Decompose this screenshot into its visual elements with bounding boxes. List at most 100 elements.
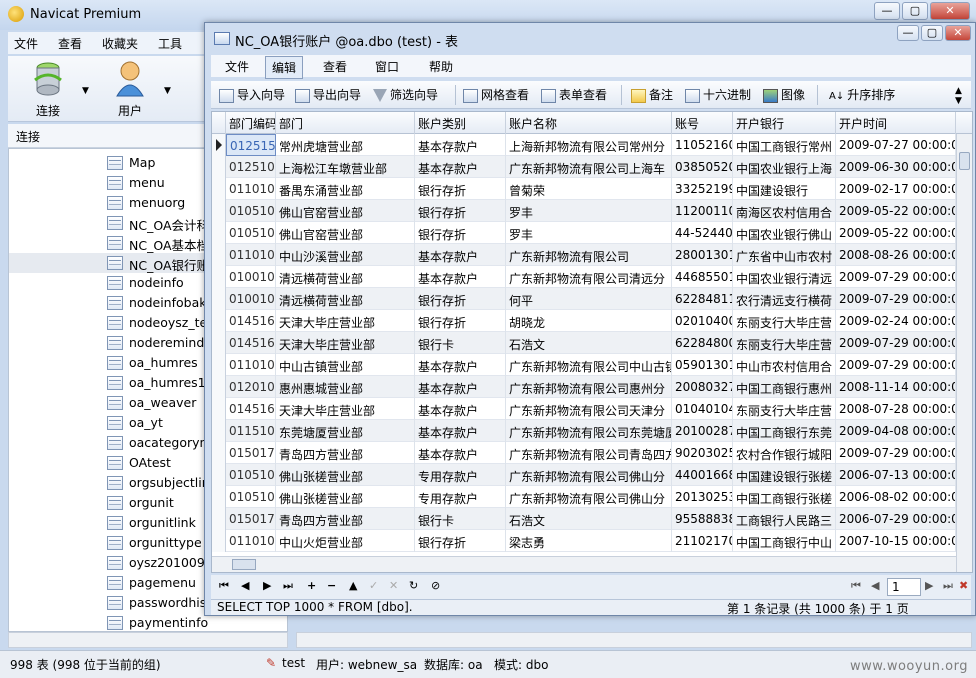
table-cell[interactable]: 2008-08-26 00:00:00 bbox=[836, 244, 956, 266]
table-cell[interactable]: 基本存款户 bbox=[415, 266, 506, 288]
row-indicator[interactable] bbox=[212, 398, 226, 420]
table-cell[interactable]: 01040104 bbox=[672, 398, 733, 420]
row-indicator[interactable] bbox=[212, 486, 226, 508]
table-cell[interactable]: 专用存款户 bbox=[415, 486, 506, 508]
stop-icon[interactable]: ⊘ bbox=[431, 579, 440, 592]
settings-icon[interactable]: ✖ bbox=[959, 579, 968, 592]
table-cell[interactable]: 014516 bbox=[226, 310, 276, 332]
table-cell[interactable]: 天津大毕庄营业部 bbox=[276, 332, 415, 354]
table-row[interactable]: 010010 清远横荷营业部 银行存折 何平 62284811 农行清远支行横荷 2009-… bbox=[212, 288, 972, 310]
content-horizontal-scrollbar[interactable] bbox=[296, 632, 972, 648]
table-cell[interactable]: 东丽支行大毕庄营 bbox=[733, 398, 836, 420]
table-cell[interactable]: 33252199 bbox=[672, 178, 733, 200]
table-cell[interactable]: 广东新邦物流有限公司惠州分 bbox=[506, 376, 672, 398]
table-cell[interactable]: 中国工商银行东莞 bbox=[733, 420, 836, 442]
row-indicator[interactable] bbox=[212, 530, 226, 552]
table-cell[interactable]: 05901301 bbox=[672, 354, 733, 376]
column-header[interactable]: 开户时间 bbox=[836, 112, 956, 134]
table-cell[interactable]: 罗丰 bbox=[506, 200, 672, 222]
row-indicator[interactable] bbox=[212, 442, 226, 464]
table-cell[interactable]: 中国工商银行常州 bbox=[733, 134, 836, 156]
table-cell[interactable]: 011010 bbox=[226, 244, 276, 266]
table-cell[interactable]: 基本存款户 bbox=[415, 156, 506, 178]
table-row[interactable]: 010510 佛山官窑营业部 银行存折 罗丰 44-52440 中国农业银行佛山 2009-… bbox=[212, 222, 972, 244]
row-indicator[interactable] bbox=[212, 310, 226, 332]
table-cell[interactable]: 2006-08-02 00:00:00 bbox=[836, 486, 956, 508]
table-row[interactable]: 011510 东莞塘厦营业部 基本存款户 广东新邦物流有限公司东莞塘厦 20100287… bbox=[212, 420, 972, 442]
table-cell[interactable]: 银行存折 bbox=[415, 222, 506, 244]
next-page-icon[interactable]: ▶ bbox=[925, 579, 933, 592]
row-indicator[interactable] bbox=[212, 134, 226, 156]
column-header[interactable]: 账号 bbox=[672, 112, 733, 134]
table-cell[interactable]: 011010 bbox=[226, 530, 276, 552]
table-cell[interactable]: 何平 bbox=[506, 288, 672, 310]
table-cell[interactable]: 基本存款户 bbox=[415, 354, 506, 376]
table-row[interactable]: 014516 天津大毕庄营业部 银行卡 石浩文 62284800 东丽支行大毕庄营 2009… bbox=[212, 332, 972, 354]
table-cell[interactable]: 2009-02-17 00:00:00 bbox=[836, 178, 956, 200]
table-cell[interactable]: 20100287 bbox=[672, 420, 733, 442]
close-button[interactable]: ✕ bbox=[930, 2, 970, 20]
menu-view[interactable]: 查看 bbox=[52, 32, 88, 55]
table-cell[interactable]: 010510 bbox=[226, 222, 276, 244]
table-cell[interactable]: 2009-07-29 00:00:00 bbox=[836, 442, 956, 464]
menu-favorites[interactable]: 收藏夹 bbox=[96, 32, 144, 55]
table-cell[interactable]: 中山古镇营业部 bbox=[276, 354, 415, 376]
table-cell[interactable]: 基本存款户 bbox=[415, 398, 506, 420]
minimize-button[interactable]: — bbox=[874, 2, 900, 20]
table-cell[interactable]: 东丽支行大毕庄营 bbox=[733, 332, 836, 354]
grid-vertical-scrollbar[interactable] bbox=[956, 134, 972, 572]
table-cell[interactable]: 农村合作银行城阳 bbox=[733, 442, 836, 464]
column-header[interactable]: 开户银行 bbox=[733, 112, 836, 134]
table-row[interactable]: 010510 佛山张槎营业部 专用存款户 广东新邦物流有限公司佛山分 20130253 中… bbox=[212, 486, 972, 508]
table-cell[interactable]: 2009-07-29 00:00:00 bbox=[836, 332, 956, 354]
last-record-icon[interactable]: ⏭ bbox=[283, 579, 293, 593]
table-cell[interactable]: 010510 bbox=[226, 486, 276, 508]
connect-dropdown-icon[interactable]: ▼ bbox=[82, 86, 89, 96]
table-cell[interactable]: 2008-11-14 00:00:00 bbox=[836, 376, 956, 398]
table-cell[interactable]: 佛山官窑营业部 bbox=[276, 222, 415, 244]
table-cell[interactable]: 清远横荷营业部 bbox=[276, 288, 415, 310]
table-cell[interactable]: 广东新邦物流有限公司上海车 bbox=[506, 156, 672, 178]
table-row[interactable]: 015017 青岛四方营业部 银行卡 石浩文 95588838 工商银行人民路三 2006-… bbox=[212, 508, 972, 530]
table-cell[interactable]: 天津大毕庄营业部 bbox=[276, 310, 415, 332]
row-indicator[interactable] bbox=[212, 508, 226, 530]
table-row[interactable]: 012010 惠州惠城营业部 基本存款户 广东新邦物流有限公司惠州分 20080327 中… bbox=[212, 376, 972, 398]
table-cell[interactable]: 11200110 bbox=[672, 200, 733, 222]
prev-page-icon[interactable]: ◀ bbox=[871, 579, 879, 592]
row-indicator[interactable] bbox=[212, 376, 226, 398]
table-cell[interactable]: 中国工商银行惠州 bbox=[733, 376, 836, 398]
table-cell[interactable]: 20080327 bbox=[672, 376, 733, 398]
table-cell[interactable]: 银行存折 bbox=[415, 530, 506, 552]
table-cell[interactable]: 专用存款户 bbox=[415, 464, 506, 486]
scrollbar-thumb[interactable] bbox=[959, 152, 970, 170]
table-cell[interactable]: 广东新邦物流有限公司 bbox=[506, 244, 672, 266]
edit-record-icon[interactable]: ▲ bbox=[349, 579, 357, 592]
table-cell[interactable]: 东莞塘厦营业部 bbox=[276, 420, 415, 442]
table-cell[interactable]: 012510 bbox=[226, 156, 276, 178]
table-cell[interactable]: 011010 bbox=[226, 354, 276, 376]
row-indicator[interactable] bbox=[212, 244, 226, 266]
close-button[interactable]: ✕ bbox=[945, 25, 971, 41]
table-cell[interactable]: 青岛四方营业部 bbox=[276, 508, 415, 530]
table-cell[interactable]: 惠州惠城营业部 bbox=[276, 376, 415, 398]
column-header[interactable]: 账户类别 bbox=[415, 112, 506, 134]
menu-window[interactable]: 窗口 bbox=[369, 58, 405, 75]
table-row[interactable]: 011010 中山沙溪营业部 基本存款户 广东新邦物流有限公司 28001301 广东省中… bbox=[212, 244, 972, 266]
table-cell[interactable]: 2009-05-22 00:00:00 bbox=[836, 200, 956, 222]
table-row[interactable]: 014516 天津大毕庄营业部 银行存折 胡晓龙 02010400 东丽支行大毕庄营 200… bbox=[212, 310, 972, 332]
table-cell[interactable]: 广东新邦物流有限公司佛山分 bbox=[506, 486, 672, 508]
table-cell[interactable]: 20130253 bbox=[672, 486, 733, 508]
scrollbar-thumb[interactable] bbox=[232, 559, 256, 570]
row-indicator[interactable] bbox=[212, 464, 226, 486]
form-view-button[interactable]: 表单查看 bbox=[541, 86, 607, 103]
first-record-icon[interactable]: ⏮ bbox=[219, 579, 229, 593]
table-cell[interactable]: 中国建设银行 bbox=[733, 178, 836, 200]
row-indicator[interactable] bbox=[212, 156, 226, 178]
table-row[interactable]: 012515 常州虎塘营业部 基本存款户 上海新邦物流有限公司常州分 11052160 中… bbox=[212, 134, 972, 156]
table-cell[interactable]: 2009-07-29 00:00:00 bbox=[836, 354, 956, 376]
table-cell[interactable]: 44685501 bbox=[672, 266, 733, 288]
table-cell[interactable]: 015017 bbox=[226, 508, 276, 530]
row-indicator[interactable] bbox=[212, 200, 226, 222]
maximize-button[interactable]: ▢ bbox=[902, 2, 928, 20]
table-cell[interactable]: 基本存款户 bbox=[415, 442, 506, 464]
